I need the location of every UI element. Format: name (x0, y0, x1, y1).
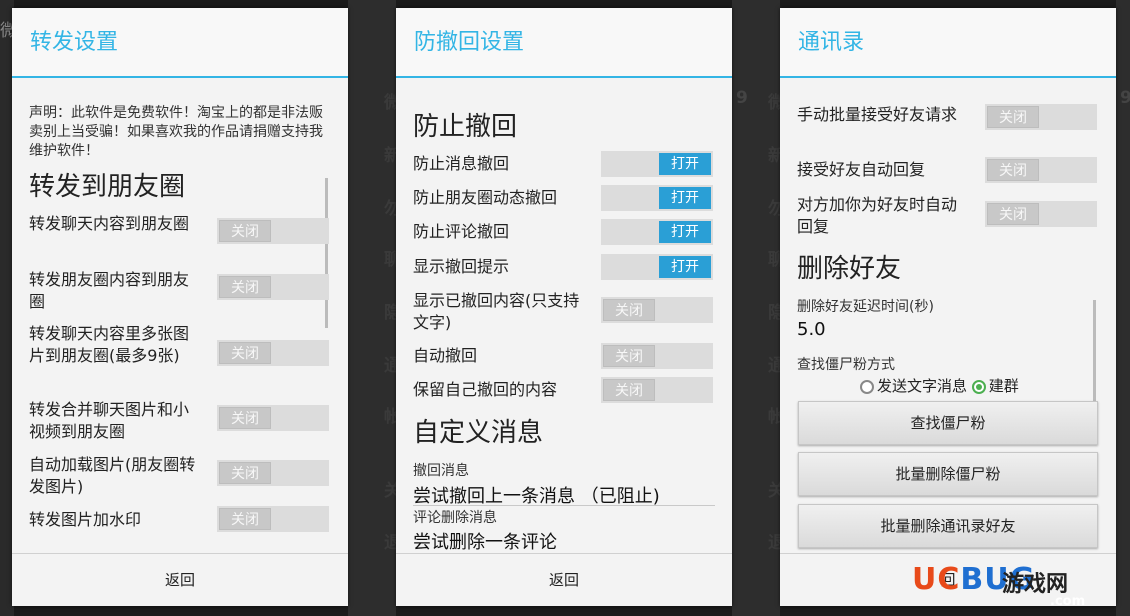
toggle-knob: 打开 (659, 221, 711, 243)
auto-load-images-label: 自动加载图片(朋友圈转发图片) (29, 455, 196, 496)
show-recalled-content-toggle[interactable]: 关闭 (601, 297, 713, 323)
auto-recall-toggle[interactable]: 关闭 (601, 343, 713, 369)
forward-chat-label: 转发聊天内容到朋友圈 (29, 214, 190, 233)
radio-group: 发送文字消息 建群 (860, 375, 1019, 396)
toggle-knob: 打开 (659, 187, 711, 209)
toggle-knob: 关闭 (219, 342, 271, 364)
keep-own-recalled-label: 保留自己撤回的内容 (413, 380, 558, 399)
section-heading: 自定义消息 (413, 418, 544, 448)
dialog-title: 防撤回设置 (396, 8, 732, 78)
auto-load-images-toggle[interactable]: 关闭 (217, 460, 329, 486)
toggle-knob: 打开 (659, 256, 711, 278)
manual-accept-toggle[interactable]: 关闭 (985, 104, 1097, 130)
toggle-knob: 关闭 (219, 220, 271, 242)
toggle-knob: 打开 (659, 153, 711, 175)
find-method-label: 查找僵尸粉方式 (797, 357, 895, 373)
show-recalled-content-label: 显示已撤回内容(只支持文字) (413, 291, 580, 332)
forward-multi-images-label: 转发聊天内容里多张图片到朋友圈(最多9张) (29, 324, 190, 365)
forward-moments-toggle[interactable]: 关闭 (217, 274, 329, 300)
forward-chat-toggle[interactable]: 关闭 (217, 218, 329, 244)
radio-create-group[interactable]: 建群 (971, 377, 1019, 395)
auto-reply-added-toggle[interactable]: 关闭 (985, 201, 1097, 227)
section-heading: 转发到朋友圈 (29, 172, 186, 202)
show-recall-hint-label: 显示撤回提示 (413, 257, 510, 276)
back-button[interactable]: 返回 (396, 553, 732, 606)
delete-delay-input[interactable]: 5.0 (797, 319, 826, 340)
show-recall-hint-toggle[interactable]: 打开 (601, 254, 713, 280)
radio-unchecked-icon (860, 380, 874, 394)
bg-digit: 9 (736, 88, 748, 108)
dialog-title: 转发设置 (12, 8, 348, 78)
toggle-knob: 关闭 (219, 276, 271, 298)
toggle-knob: 关闭 (987, 106, 1039, 128)
watermark-domain: .com (1050, 594, 1086, 609)
toggle-knob: 关闭 (603, 299, 655, 321)
toggle-knob: 关闭 (603, 345, 655, 367)
auto-recall-label: 自动撤回 (413, 346, 478, 365)
prevent-comment-recall-label: 防止评论撤回 (413, 222, 510, 241)
forward-merged-toggle[interactable]: 关闭 (217, 405, 329, 431)
comment-delete-input[interactable]: 尝试删除一条评论 (413, 528, 557, 553)
watermark-toggle[interactable]: 关闭 (217, 506, 329, 532)
auto-reply-accept-label: 接受好友自动回复 (797, 160, 926, 179)
toggle-knob: 关闭 (987, 203, 1039, 225)
auto-reply-accept-toggle[interactable]: 关闭 (985, 157, 1097, 183)
recall-message-label: 撤回消息 (413, 463, 469, 479)
dialog-title: 通讯录 (780, 8, 1116, 78)
forward-moments-label: 转发朋友圈内容到朋友圈 (29, 270, 190, 311)
find-zombie-button[interactable]: 查找僵尸粉 (798, 401, 1098, 445)
radio-label: 发送文字消息 (877, 377, 968, 395)
forward-merged-label: 转发合并聊天图片和小视频到朋友圈 (29, 400, 190, 441)
auto-reply-added-label: 对方加你为好友时自动回复 (797, 195, 958, 236)
section-heading: 防止撤回 (413, 112, 518, 142)
keep-own-recalled-toggle[interactable]: 关闭 (601, 377, 713, 403)
scrollbar[interactable] (325, 178, 328, 328)
delete-delay-label: 删除好友延迟时间(秒) (797, 299, 934, 315)
forward-multi-images-toggle[interactable]: 关闭 (217, 340, 329, 366)
watermark-label: 转发图片加水印 (29, 510, 142, 529)
batch-delete-contacts-button[interactable]: 批量删除通讯录好友 (798, 504, 1098, 548)
contacts-dialog: 通讯录 手动批量接受好友请求 关闭 接受好友自动回复 关闭 对方加你为好友时自动… (780, 8, 1116, 606)
batch-delete-zombie-button[interactable]: 批量删除僵尸粉 (798, 452, 1098, 496)
radio-label: 建群 (988, 377, 1019, 395)
prevent-msg-recall-label: 防止消息撤回 (413, 154, 510, 173)
manual-accept-label: 手动批量接受好友请求 (797, 105, 958, 124)
radio-send-text[interactable]: 发送文字消息 (860, 377, 967, 395)
toggle-knob: 关闭 (987, 159, 1039, 181)
bg-digit: 9 (1120, 88, 1130, 108)
prevent-moments-recall-toggle[interactable]: 打开 (601, 185, 713, 211)
comment-delete-label: 评论删除消息 (413, 510, 497, 526)
anti-recall-dialog: 防撤回设置 防止撤回 防止消息撤回 打开 防止朋友圈动态撤回 打开 防止评论撤回… (396, 8, 732, 606)
toggle-knob: 关闭 (219, 407, 271, 429)
disclaimer-text: 声明：此软件是免费软件！淘宝上的都是非法贩卖别上当受骗！如果喜欢我的作品请捐赠支… (29, 105, 323, 159)
toggle-knob: 关闭 (219, 508, 271, 530)
prevent-moments-recall-label: 防止朋友圈动态撤回 (413, 188, 558, 207)
prevent-msg-recall-toggle[interactable]: 打开 (601, 151, 713, 177)
toggle-knob: 关闭 (219, 462, 271, 484)
input-underline (413, 505, 715, 506)
radio-checked-icon (971, 380, 986, 394)
prevent-comment-recall-toggle[interactable]: 打开 (601, 219, 713, 245)
back-button[interactable]: 返回 (12, 553, 348, 606)
toggle-knob: 关闭 (603, 379, 655, 401)
section-heading: 删除好友 (797, 254, 902, 284)
forward-settings-dialog: 转发设置 声明：此软件是免费软件！淘宝上的都是非法贩卖别上当受骗！如果喜欢我的作… (12, 8, 348, 606)
